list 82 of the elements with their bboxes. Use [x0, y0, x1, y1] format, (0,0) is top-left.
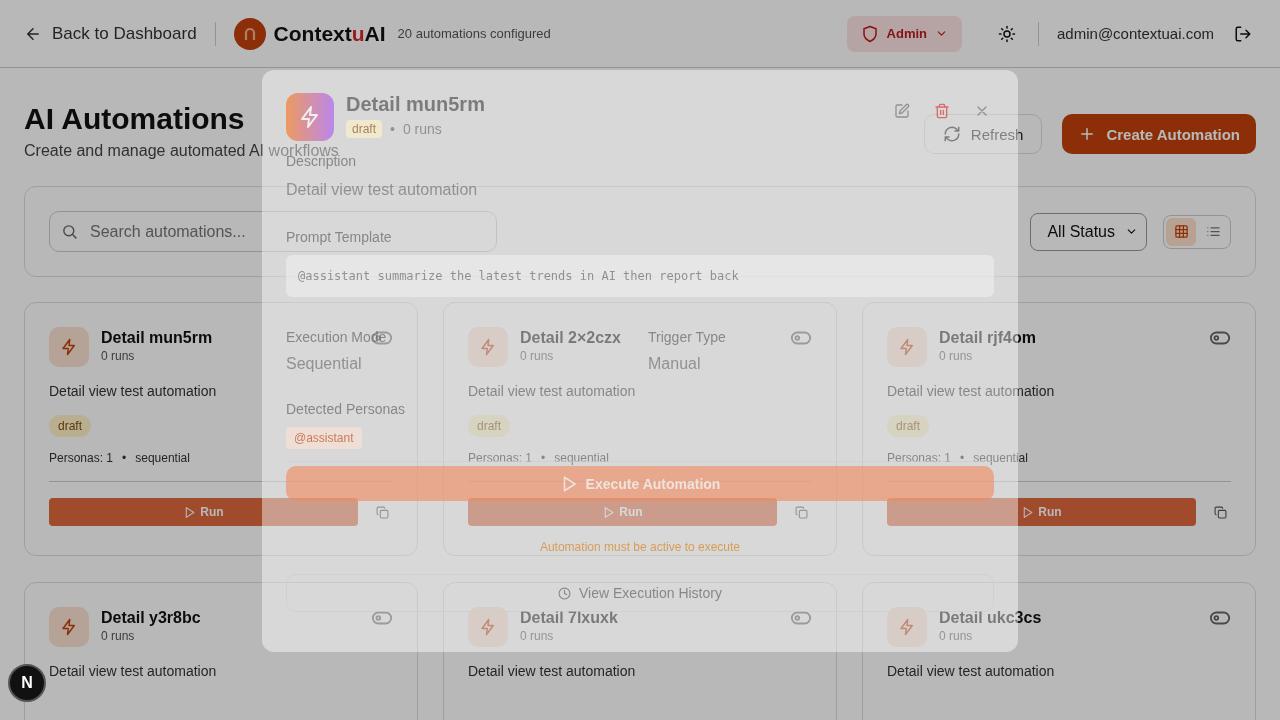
status-badge: draft	[49, 415, 91, 437]
automation-description: Detail view test automation	[49, 663, 217, 679]
automation-description: Detail view test automation	[49, 383, 217, 399]
warning-note: Automation must be active to execute	[539, 540, 741, 554]
execution-mode: sequential	[135, 451, 190, 465]
bolt-tile-icon	[887, 607, 927, 647]
run-count: 0 runs	[101, 629, 135, 643]
refresh-button[interactable]: Refresh	[923, 114, 1043, 154]
run-count: 0 runs	[402, 121, 442, 137]
prompt-template: @assistant summarize the latest trends in AI then report back	[286, 255, 994, 297]
run-count: 0 runs	[939, 629, 973, 643]
play-icon	[1021, 505, 1035, 519]
edit-icon	[894, 103, 910, 119]
execution-mode: sequential	[554, 451, 609, 465]
brand-name: ContextuAI	[273, 21, 386, 46]
field-label: Trigger Type	[648, 329, 726, 345]
sun-icon	[998, 24, 1017, 43]
run-count: 0 runs	[101, 349, 135, 363]
automation-title: Detail mun5rm	[346, 93, 485, 116]
copy-icon	[376, 505, 389, 519]
automation-name: Detail rjf4om	[939, 329, 1036, 347]
field-value: Sequential	[286, 355, 362, 373]
run-count: 0 runs	[939, 349, 973, 363]
bullet: •	[541, 451, 546, 465]
run-button[interactable]: Run	[468, 498, 777, 526]
bolt-tile-icon	[468, 327, 508, 367]
dev-badge[interactable]: N	[8, 664, 46, 702]
section-label: Detected Personas	[286, 401, 406, 417]
logo-icon	[233, 17, 266, 50]
automation-count: 20 automations configured	[397, 26, 551, 41]
field-value: Manual	[648, 355, 701, 373]
bullet: •	[122, 451, 127, 465]
copy-icon	[1214, 505, 1227, 519]
persona-count: Personas: 1	[887, 451, 952, 465]
description-text: Detail view test automation	[286, 181, 478, 199]
run-count: 0 runs	[520, 629, 554, 643]
automation-name: Detail 2×2czx	[520, 329, 621, 347]
bullet: •	[390, 121, 395, 137]
run-button[interactable]: Run	[887, 498, 1196, 526]
clock-icon	[558, 586, 572, 600]
play-icon	[183, 505, 197, 519]
status-select[interactable]: All Status	[1030, 212, 1147, 251]
user-email: admin@contextuai.com	[1057, 25, 1214, 42]
section-label: Prompt Template	[286, 229, 392, 245]
automation-name: Detail ukc3cs	[939, 609, 1042, 627]
execution-mode: sequential	[973, 451, 1028, 465]
bullet: •	[960, 451, 965, 465]
persona-count: Personas: 1	[49, 451, 114, 465]
create-automation-button[interactable]: Create Automation	[1062, 114, 1256, 154]
persona-count: Personas: 1	[468, 451, 533, 465]
grid-icon	[1173, 224, 1189, 239]
run-count: 0 runs	[520, 349, 554, 363]
automation-name: Detail y3r8bc	[101, 609, 201, 627]
automation-description: Detail view test automation	[468, 383, 636, 399]
search-icon	[61, 223, 78, 240]
bolt-tile-icon	[286, 93, 334, 141]
play-icon	[602, 505, 616, 519]
status-badge: draft	[887, 415, 929, 437]
bolt-tile-icon	[49, 327, 89, 367]
shield-icon	[860, 24, 879, 43]
bolt-tile-icon	[468, 607, 508, 647]
logout-icon	[1234, 24, 1252, 43]
automation-description: Detail view test automation	[887, 663, 1055, 679]
persona-chip: @assistant	[286, 427, 362, 449]
refresh-icon	[942, 125, 961, 143]
role-dropdown[interactable]: Admin	[846, 15, 963, 52]
page-title: AI Automations	[24, 102, 245, 136]
run-button[interactable]: Run	[49, 498, 358, 526]
automation-name: Detail 7lxuxk	[520, 609, 618, 627]
status-badge: draft	[346, 120, 382, 138]
list-icon	[1205, 224, 1221, 239]
automation-description: Detail view test automation	[887, 383, 1055, 399]
bolt-tile-icon	[887, 327, 927, 367]
automation-name: Detail mun5rm	[101, 329, 213, 347]
back-link[interactable]: Back to Dashboard	[24, 23, 197, 44]
status-badge: draft	[468, 415, 510, 437]
view-history-button[interactable]: View Execution History	[286, 574, 994, 612]
automation-description: Detail view test automation	[468, 663, 636, 679]
trash-icon	[934, 103, 950, 119]
bolt-tile-icon	[49, 607, 89, 647]
copy-icon	[795, 505, 808, 519]
grid-view-button[interactable]	[1166, 217, 1196, 246]
